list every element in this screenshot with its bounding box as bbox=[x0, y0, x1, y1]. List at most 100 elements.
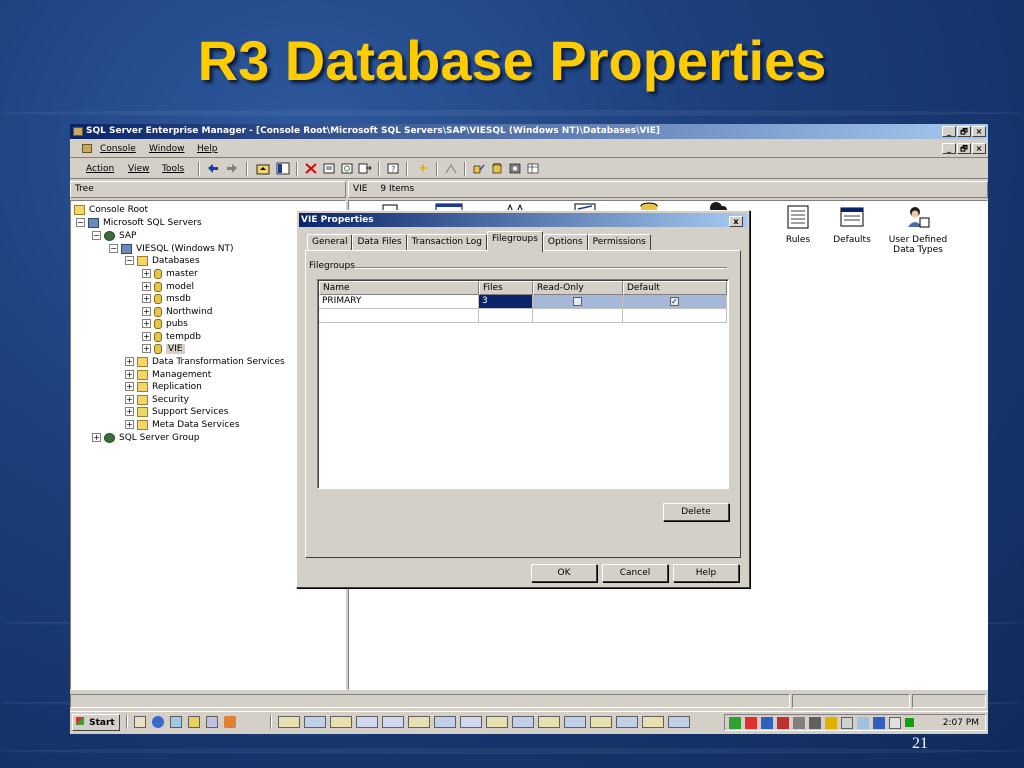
delete-icon[interactable] bbox=[304, 162, 318, 175]
task-button[interactable] bbox=[616, 716, 638, 728]
tab-data-files[interactable]: Data Files bbox=[352, 234, 407, 251]
cancel-button[interactable]: Cancel bbox=[602, 564, 668, 582]
task-button[interactable] bbox=[434, 716, 456, 728]
tree-node-databases[interactable]: − Databases bbox=[125, 254, 200, 267]
tray-icon[interactable] bbox=[825, 717, 837, 729]
menu-console[interactable]: Console bbox=[100, 144, 136, 154]
task-button[interactable] bbox=[382, 716, 404, 728]
menu-tools[interactable]: Tools bbox=[162, 164, 184, 174]
tab-options[interactable]: Options bbox=[542, 234, 588, 251]
tree-node-folder[interactable]: + Meta Data Services bbox=[125, 418, 240, 431]
tab-transaction-log[interactable]: Transaction Log bbox=[406, 234, 488, 251]
tray-icon[interactable] bbox=[745, 717, 757, 729]
task-button[interactable] bbox=[590, 716, 612, 728]
tree-node-folder[interactable]: + Replication bbox=[125, 380, 202, 393]
ok-button[interactable]: OK bbox=[531, 564, 597, 582]
column-header-read-only[interactable]: Read-Only bbox=[533, 281, 623, 295]
desktop-icon[interactable] bbox=[134, 716, 146, 728]
task-button[interactable] bbox=[460, 716, 482, 728]
collapse-icon[interactable]: − bbox=[92, 231, 101, 240]
tree-node-server-group[interactable]: + SQL Server Group bbox=[92, 431, 199, 444]
table-row-empty[interactable] bbox=[319, 309, 727, 323]
sql-agent-icon[interactable] bbox=[905, 718, 914, 727]
tray-icon[interactable] bbox=[777, 717, 789, 729]
expand-icon[interactable]: + bbox=[92, 433, 101, 442]
tray-icon[interactable] bbox=[873, 717, 885, 729]
tray-icon[interactable] bbox=[841, 717, 853, 729]
task-button[interactable] bbox=[330, 716, 352, 728]
menu-view[interactable]: View bbox=[128, 164, 149, 174]
tray-icon[interactable] bbox=[729, 717, 741, 729]
expand-icon[interactable]: + bbox=[142, 344, 151, 353]
table-row[interactable]: PRIMARY 3 ✓ bbox=[319, 295, 727, 309]
list-item-user-defined-types[interactable]: User Defined Data Types bbox=[883, 205, 953, 255]
collapse-icon[interactable]: − bbox=[76, 218, 85, 227]
up-folder-icon[interactable] bbox=[256, 162, 270, 175]
filegroups-grid[interactable]: Name Files Read-Only Default PRIMARY 3 ✓ bbox=[317, 279, 729, 489]
new-login-icon[interactable] bbox=[472, 162, 486, 175]
collapse-icon[interactable]: − bbox=[125, 256, 134, 265]
task-button[interactable] bbox=[278, 716, 300, 728]
register-server-icon[interactable] bbox=[444, 162, 458, 175]
expand-icon[interactable]: + bbox=[142, 319, 151, 328]
task-button[interactable] bbox=[486, 716, 508, 728]
restore-button[interactable]: 🗗 bbox=[957, 126, 971, 137]
tree-node-db-selected[interactable]: + VIE bbox=[142, 342, 185, 355]
tray-icon[interactable] bbox=[857, 717, 869, 729]
default-checkbox[interactable]: ✓ bbox=[670, 297, 679, 306]
tray-icon[interactable] bbox=[761, 717, 773, 729]
tree-node-db[interactable]: + msdb bbox=[142, 292, 191, 305]
expand-icon[interactable]: + bbox=[125, 357, 134, 366]
mail-icon[interactable] bbox=[889, 717, 901, 729]
tree-node-sap[interactable]: − SAP bbox=[92, 229, 136, 242]
search-icon[interactable] bbox=[206, 716, 218, 728]
export-list-icon[interactable] bbox=[358, 162, 372, 175]
list-item-defaults[interactable]: Defaults bbox=[817, 205, 887, 245]
new-table-icon[interactable] bbox=[526, 162, 540, 175]
expand-icon[interactable]: + bbox=[125, 370, 134, 379]
task-button[interactable] bbox=[538, 716, 560, 728]
menu-window[interactable]: Window bbox=[149, 144, 185, 154]
tree-node-db[interactable]: + master bbox=[142, 267, 198, 280]
explorer-icon[interactable] bbox=[170, 716, 182, 728]
child-close-button[interactable]: × bbox=[972, 143, 986, 154]
dialog-titlebar[interactable]: VIE Properties x bbox=[299, 213, 747, 227]
tree-node-servers[interactable]: − Microsoft SQL Servers bbox=[76, 216, 202, 229]
task-button[interactable] bbox=[668, 716, 690, 728]
expand-icon[interactable]: + bbox=[142, 332, 151, 341]
expand-icon[interactable]: + bbox=[142, 269, 151, 278]
column-header-default[interactable]: Default bbox=[623, 281, 727, 295]
close-button[interactable]: × bbox=[972, 126, 986, 137]
forward-arrow-icon[interactable] bbox=[225, 162, 239, 175]
delete-button[interactable]: Delete bbox=[663, 503, 729, 521]
column-header-name[interactable]: Name bbox=[319, 281, 479, 295]
expand-icon[interactable]: + bbox=[125, 395, 134, 404]
new-job-icon[interactable] bbox=[508, 162, 522, 175]
cell-read-only[interactable] bbox=[533, 295, 623, 309]
child-minimize-button[interactable]: _ bbox=[942, 143, 956, 154]
task-button[interactable] bbox=[408, 716, 430, 728]
expand-icon[interactable]: + bbox=[142, 294, 151, 303]
tree-node-folder[interactable]: + Support Services bbox=[125, 405, 228, 418]
menu-action[interactable]: Action bbox=[86, 164, 114, 174]
task-button[interactable] bbox=[564, 716, 586, 728]
tab-permissions[interactable]: Permissions bbox=[587, 234, 651, 251]
tree-node-console-root[interactable]: Console Root bbox=[74, 203, 148, 216]
column-header-files[interactable]: Files bbox=[479, 281, 533, 295]
outlook-icon[interactable] bbox=[188, 716, 200, 728]
tray-icon[interactable] bbox=[793, 717, 805, 729]
wizard-icon[interactable] bbox=[416, 162, 430, 175]
tab-general[interactable]: General bbox=[307, 234, 353, 251]
new-database-icon[interactable] bbox=[490, 162, 504, 175]
cell-name[interactable]: PRIMARY bbox=[319, 295, 479, 309]
start-button[interactable]: Start bbox=[72, 714, 120, 731]
expand-icon[interactable]: + bbox=[125, 407, 134, 416]
tree-node-db[interactable]: + pubs bbox=[142, 317, 188, 330]
task-button[interactable] bbox=[642, 716, 664, 728]
read-only-checkbox[interactable] bbox=[573, 297, 582, 306]
tree-tab[interactable]: Tree bbox=[70, 181, 346, 198]
child-restore-button[interactable]: 🗗 bbox=[957, 143, 971, 154]
browser-icon[interactable] bbox=[152, 716, 164, 728]
task-button[interactable] bbox=[356, 716, 378, 728]
menu-help[interactable]: Help bbox=[197, 144, 218, 154]
